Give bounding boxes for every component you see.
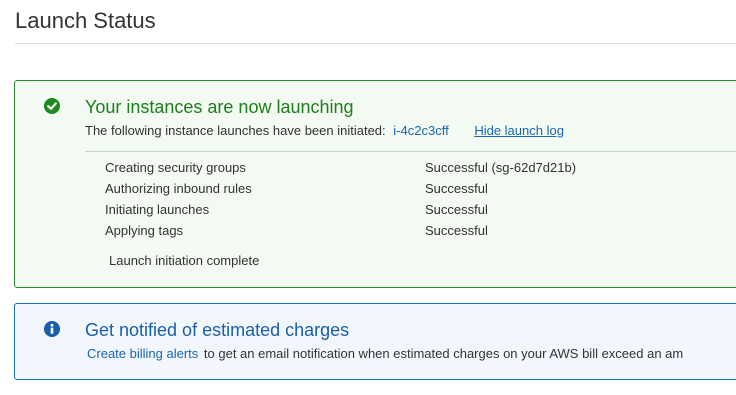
log-step: Initiating launches: [105, 202, 210, 217]
log-result: Successful (sg-62d7d21b): [425, 160, 577, 175]
title-divider: [15, 43, 736, 44]
launch-complete-text: Launch initiation complete: [109, 253, 260, 268]
billing-info-title: Get notified of estimated charges: [85, 320, 350, 340]
page-title: Launch Status: [15, 8, 156, 33]
check-circle-icon: [44, 98, 60, 114]
info-circle-icon: [44, 321, 60, 337]
log-result: Successful: [425, 202, 488, 217]
create-billing-alerts-link[interactable]: Create billing alerts: [87, 346, 198, 361]
log-result: Successful: [425, 223, 488, 238]
log-result: Successful: [425, 181, 488, 196]
launch-log: Creating security groups Successful (sg-…: [105, 159, 576, 243]
launch-subtitle-row: The following instance launches have bee…: [85, 123, 564, 138]
billing-info-panel: Get notified of estimated charges Create…: [14, 303, 736, 380]
log-step: Applying tags: [105, 223, 184, 238]
log-step: Creating security groups: [105, 160, 246, 175]
log-step: Authorizing inbound rules: [105, 181, 252, 196]
billing-info-text-row: Create billing alerts to get an email no…: [87, 346, 683, 361]
log-row: Applying tags Successful: [105, 222, 576, 243]
log-divider: [85, 151, 736, 152]
launch-subtitle: The following instance launches have bee…: [85, 123, 386, 138]
success-title: Your instances are now launching: [85, 97, 354, 117]
hide-launch-log-link[interactable]: Hide launch log: [474, 123, 564, 138]
log-row: Authorizing inbound rules Successful: [105, 180, 576, 201]
launch-success-panel: Your instances are now launching The fol…: [14, 80, 736, 288]
billing-info-text: to get an email notification when estima…: [203, 346, 684, 361]
log-row: Initiating launches Successful: [105, 201, 576, 222]
instance-id-link[interactable]: i-4c2c3cff: [393, 123, 448, 138]
log-row: Creating security groups Successful (sg-…: [105, 159, 576, 180]
